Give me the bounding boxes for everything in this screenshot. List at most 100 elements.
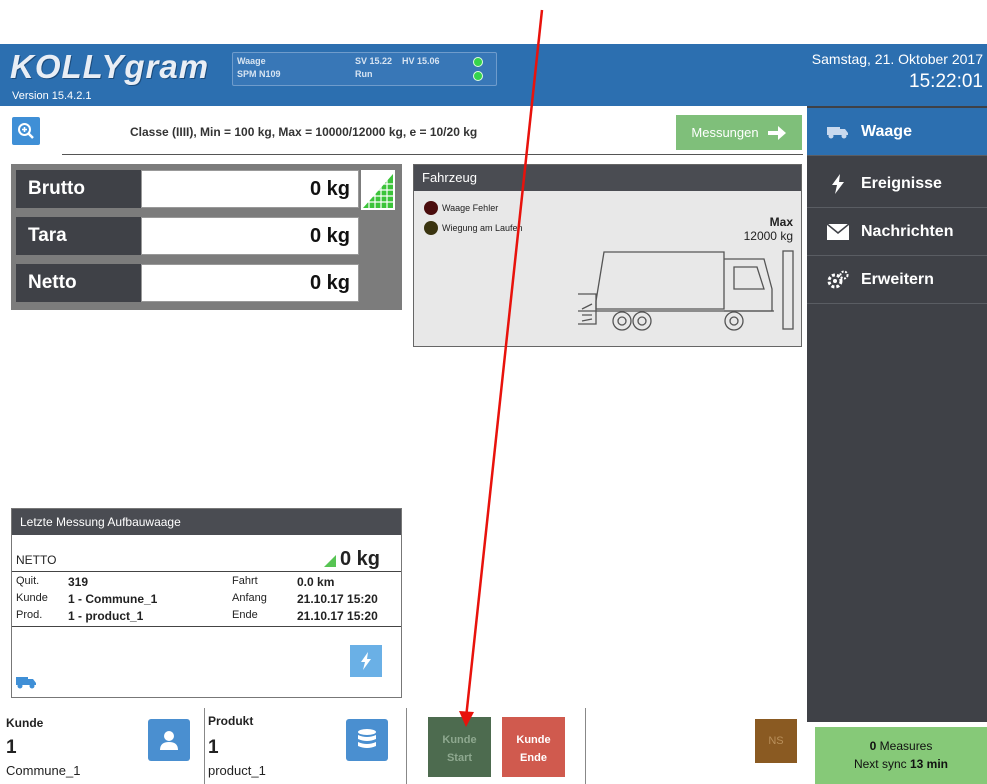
bolt-icon: [827, 173, 849, 194]
bottom-kunde-label: Kunde: [6, 716, 44, 730]
select-customer-button[interactable]: [148, 719, 190, 761]
truck-small-icon: [16, 677, 36, 689]
sidebar-item-label: Ereignisse: [861, 174, 942, 192]
version-label: Version 15.4.2.1: [12, 90, 92, 102]
kollygram-logo: KOLLYgram: [10, 48, 209, 86]
signal-bars-icon: [324, 555, 336, 567]
bottom-divider: [585, 708, 586, 784]
anfang-value: 21.10.17 15:20: [297, 592, 378, 606]
fahrt-value: 0.0 km: [297, 575, 335, 589]
status-label-waage: Waage: [237, 56, 266, 66]
netto-divider: [12, 571, 401, 572]
sidebar: Waage Ereignisse Nachrichten Erweitern: [807, 106, 987, 722]
bottom-kunde-number: 1: [6, 737, 17, 758]
ende-label: Ende: [232, 609, 258, 621]
sync-prefix: Next sync: [853, 757, 907, 771]
prod-value: 1 - product_1: [68, 609, 144, 623]
truck-icon: [827, 125, 849, 139]
device-status-box: Waage SPM N109 SV 15.22 HV 15.06 Run: [232, 52, 497, 86]
bottom-kunde-name: Commune_1: [6, 763, 81, 778]
legend-label: Waage Fehler: [442, 203, 499, 213]
vehicle-panel: Fahrzeug Waage Fehler Wiegung am Laufen …: [413, 164, 802, 347]
vehicle-panel-title: Fahrzeug: [414, 165, 801, 191]
logo-text: KOLLYgram: [10, 48, 210, 85]
legend-waage-fehler: Waage Fehler: [424, 201, 498, 215]
last-netto-value: 0 kg: [340, 548, 381, 570]
ende-value: 21.10.17 15:20: [297, 609, 378, 623]
status-led-2: [473, 71, 483, 81]
current-time: 15:22:01: [909, 71, 983, 92]
garbage-truck-icon: [578, 250, 794, 331]
legend-wiegung: Wiegung am Laufen: [424, 221, 523, 235]
measures-count: 0: [869, 739, 877, 753]
netto-caption: NETTO: [16, 553, 57, 567]
max-value: 12000 kg: [743, 229, 793, 243]
prod-label: Prod.: [16, 609, 43, 621]
user-icon: [160, 731, 178, 750]
error-indicator-icon: [424, 201, 438, 215]
netto-value: 0 kg: [141, 264, 359, 302]
measures-label: Measures: [879, 739, 933, 753]
bottom-divider: [204, 708, 205, 784]
start-line-1: Kunde: [442, 734, 477, 746]
sidebar-item-erweitern[interactable]: Erweitern: [807, 256, 987, 304]
database-icon: [358, 729, 376, 748]
anfang-label: Anfang: [232, 592, 267, 604]
tara-value: 0 kg: [141, 217, 359, 255]
status-hv: HV 15.06: [402, 56, 440, 66]
end-line-2: Ende: [520, 752, 547, 764]
kunde-value: 1 - Commune_1: [68, 592, 158, 606]
zoom-in-icon: [18, 123, 34, 139]
select-product-button[interactable]: [346, 719, 388, 761]
netto-label: Netto: [16, 264, 141, 302]
status-run: Run: [355, 69, 373, 79]
brutto-label: Brutto: [16, 170, 141, 208]
bottom-divider: [406, 708, 407, 784]
gears-icon: [827, 270, 849, 290]
start-line-2: Start: [446, 752, 473, 764]
kunde-ende-button[interactable]: Kunde Ende: [502, 717, 565, 777]
messungen-label: Messungen: [691, 125, 759, 140]
quit-label: Quit.: [16, 575, 40, 587]
weighing-indicator-icon: [424, 221, 438, 235]
sync-status-box: 0 Measures Next sync 13 min: [815, 727, 987, 784]
bottom-produkt-number: 1: [208, 737, 219, 758]
scale-class-info: Classe (IIII), Min = 100 kg, Max = 10000…: [130, 125, 478, 139]
last-measurement-title: Letzte Messung Aufbauwaage: [12, 509, 401, 535]
weight-row-brutto: Brutto 0 kg: [16, 170, 359, 208]
bolt-icon: [361, 652, 371, 670]
status-label-spm: SPM N109: [237, 69, 281, 79]
weight-row-netto: Netto 0 kg: [16, 264, 359, 302]
sidebar-item-ereignisse[interactable]: Ereignisse: [807, 160, 987, 208]
sidebar-item-label: Nachrichten: [861, 222, 954, 240]
sidebar-item-waage[interactable]: Waage: [807, 108, 987, 156]
details-divider: [12, 626, 401, 627]
last-measurement-panel: Letzte Messung Aufbauwaage NETTO 0 kg Qu…: [11, 508, 402, 698]
ns-button[interactable]: NS: [755, 719, 797, 763]
fahrt-label: Fahrt: [232, 575, 258, 587]
sync-line: Next sync 13 min: [815, 755, 987, 773]
legend-label: Wiegung am Laufen: [442, 223, 523, 233]
weight-display-panel: Brutto 0 kg Tara 0 kg Netto 0 kg: [11, 164, 402, 310]
quit-value: 319: [68, 575, 89, 589]
brutto-value: 0 kg: [141, 170, 359, 208]
weight-row-tara: Tara 0 kg: [16, 217, 359, 255]
max-label: Max: [769, 215, 793, 229]
sync-value: 13 min: [910, 757, 949, 771]
measures-line: 0 Measures: [815, 737, 987, 755]
status-led-1: [473, 57, 483, 67]
kunde-label: Kunde: [16, 592, 48, 604]
zoom-button[interactable]: [12, 117, 40, 145]
bottom-produkt-label: Produkt: [208, 714, 254, 728]
bottom-produkt-name: product_1: [208, 763, 266, 778]
kunde-start-button[interactable]: Kunde Start: [428, 717, 491, 777]
events-bolt-button[interactable]: [350, 645, 382, 677]
sidebar-item-nachrichten[interactable]: Nachrichten: [807, 208, 987, 256]
messungen-button[interactable]: Messungen: [676, 115, 802, 150]
sidebar-item-label: Waage: [861, 122, 912, 140]
end-line-1: Kunde: [516, 734, 551, 746]
tara-label: Tara: [16, 217, 141, 255]
stability-bars-icon: [361, 170, 395, 210]
sidebar-item-label: Erweitern: [861, 270, 934, 288]
app-window: KOLLYgram Version 15.4.2.1 Waage SPM N10…: [0, 0, 987, 784]
